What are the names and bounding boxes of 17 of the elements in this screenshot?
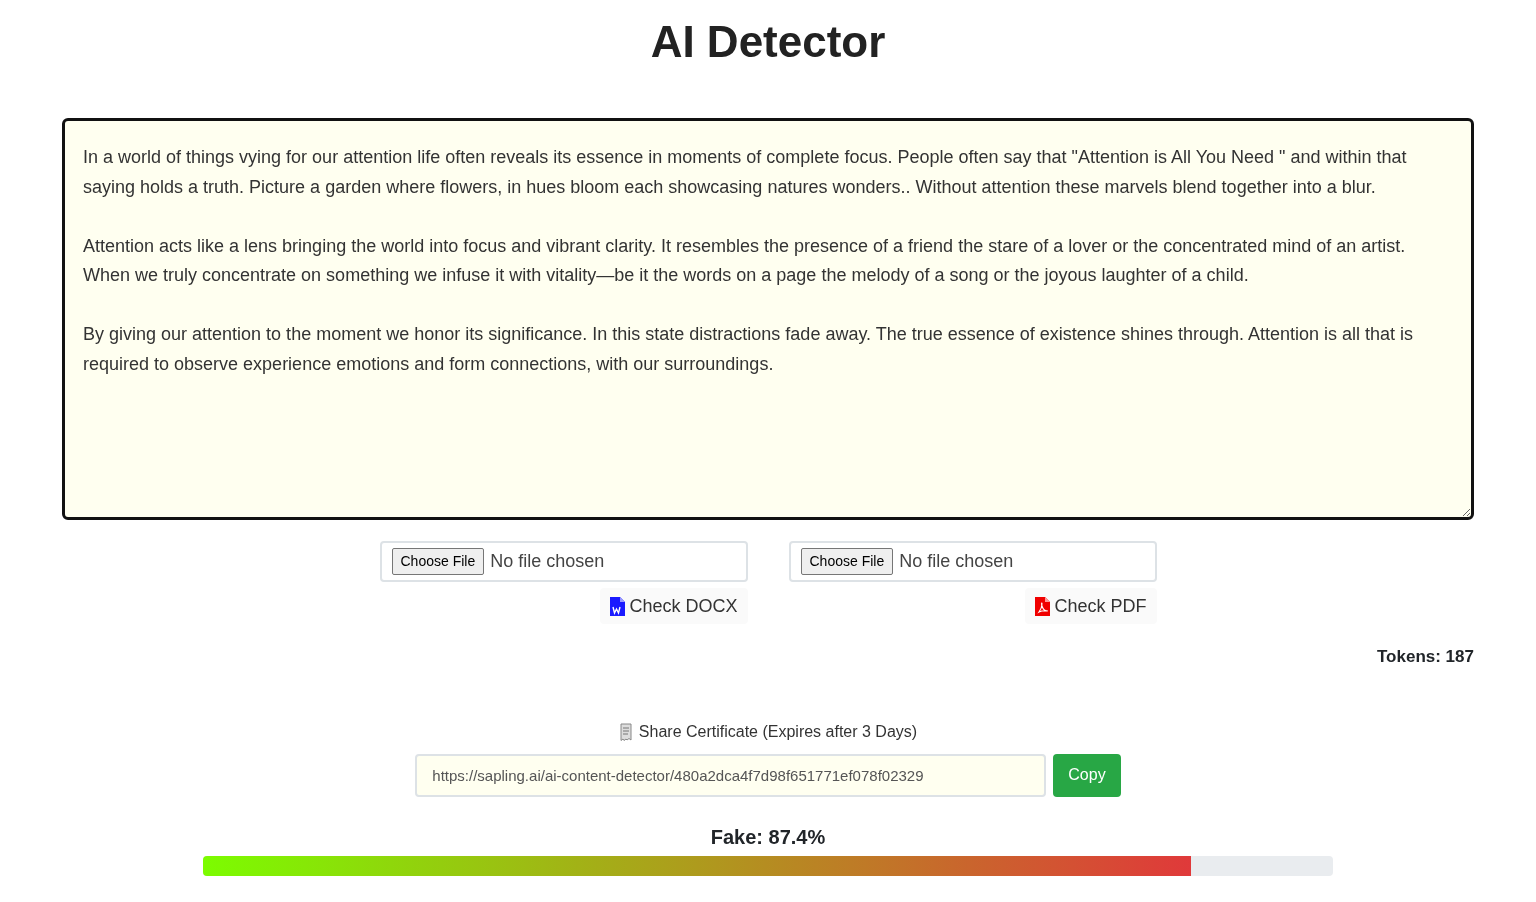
text-input-field[interactable]: In a world of things vying for our attention life often reveals its essence in moments of complete focus. People often say that "Attention is All You Need " and within that saying holds a truth. Picture a garden where flowers, in hues bloom each showcasing natures wonders.. Without attention these marvels blend together into a blur. Attention acts like a lens bringing the world into focus and vibrant clarity. It resembles the presence of a friend the stare of a lover or the concentrated mind of an artist. When we truly concentrate on something we infuse it with vitality—be it the words on a page the melody of a song or the joyous laughter of a child. By giving our attention to the moment we honor its significance. In this state distractions fade away. The true essence of existence shines through. Attention is all that is required to observe experience emotions and form connections, with our surroundings. (62, 118, 1474, 520)
choose-file-button[interactable]: Choose File (391, 548, 485, 575)
word-document-icon (610, 596, 626, 616)
file-status: No file chosen (899, 550, 1014, 573)
page-title: AI Detector (650, 16, 886, 68)
pdf-document-icon (1035, 596, 1051, 616)
check-button[interactable]: Check DOCX (600, 588, 748, 624)
url-field[interactable]: https://sapling.ai/ai-content-detector/480a2dca4f7d98f651771ef078f02329 (415, 753, 1047, 797)
check-button[interactable]: Check PDF (1025, 588, 1157, 624)
file-status: No file chosen (490, 550, 605, 573)
fake-score: Fake: 87.4% (710, 824, 826, 850)
receipt-icon (618, 722, 633, 741)
choose-file-button[interactable]: Choose File (800, 548, 894, 575)
share-label: Share Certificate (Expires after 3 Days) (638, 721, 918, 742)
token-count: Tokens: 187 (1377, 646, 1474, 668)
file-input[interactable]: Choose File No file chosen (379, 541, 748, 582)
file-input[interactable]: Choose File No file chosen (788, 541, 1157, 582)
